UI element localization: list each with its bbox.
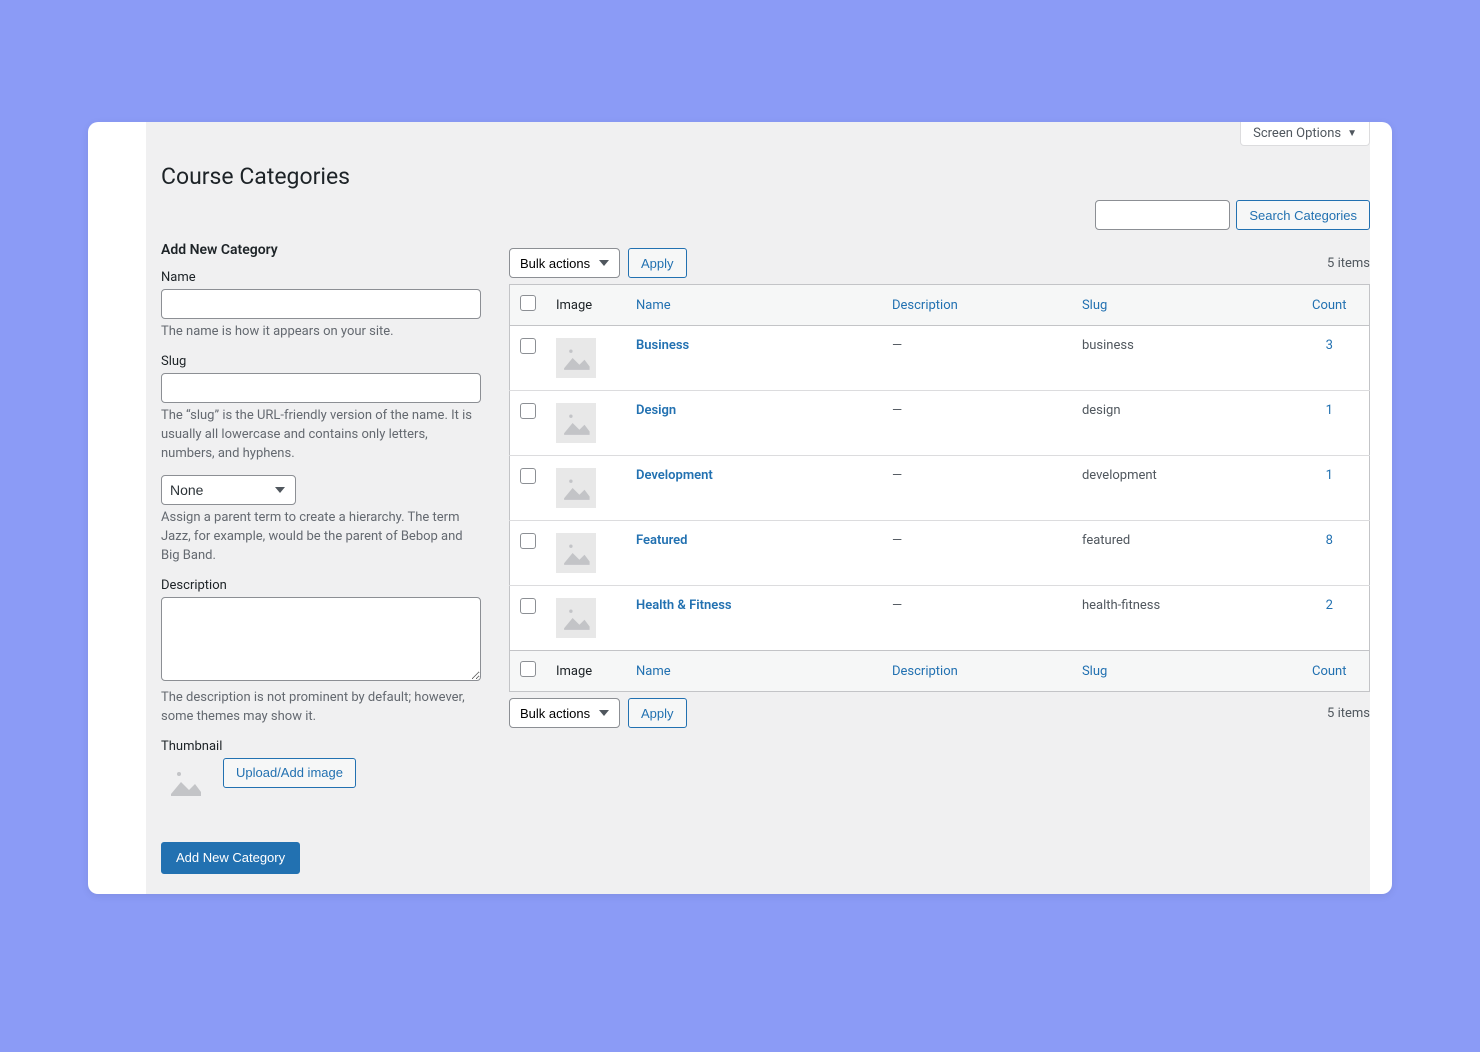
table-row: Development —development 1 [510,456,1370,521]
search-button[interactable]: Search Categories [1236,200,1370,230]
items-count-bottom: 5 items [1327,706,1370,721]
row-slug: featured [1072,521,1290,586]
col-count[interactable]: Count [1290,285,1370,326]
field-thumbnail: Thumbnail Upload/Add image [161,739,481,806]
col-name[interactable]: Name [626,285,882,326]
row-name-link[interactable]: Health & Fitness [636,598,732,613]
row-checkbox[interactable] [520,403,536,419]
row-checkbox[interactable] [520,468,536,484]
select-all-bottom[interactable] [520,661,536,677]
field-name: Name The name is how it appears on your … [161,270,481,342]
items-count-top: 5 items [1327,256,1370,271]
field-parent: None Assign a parent term to create a hi… [161,475,481,566]
description-label: Description [161,578,481,593]
row-checkbox[interactable] [520,533,536,549]
submit-button[interactable]: Add New Category [161,842,300,874]
field-description: Description The description is not promi… [161,578,481,727]
form-title: Add New Category [161,242,481,258]
description-help: The description is not prominent by defa… [161,689,481,727]
table-row: Business —business 3 [510,326,1370,391]
chevron-down-icon: ▼ [1347,128,1357,139]
description-textarea[interactable] [161,597,481,681]
col-image: Image [546,285,626,326]
image-placeholder-icon [556,468,596,508]
screen-options-label: Screen Options [1253,126,1341,141]
bulk-actions-select-bottom[interactable]: Bulk actions [509,698,620,728]
row-count-link[interactable]: 8 [1326,533,1333,548]
row-count-link[interactable]: 1 [1326,468,1333,483]
image-placeholder-icon [556,403,596,443]
row-slug: development [1072,456,1290,521]
col-description-foot[interactable]: Description [882,651,1072,692]
row-description: — [882,456,1072,521]
page-title: Course Categories [146,154,1370,194]
thumbnail-label: Thumbnail [161,739,481,754]
field-slug: Slug The “slug” is the URL-friendly vers… [161,354,481,464]
row-description: — [882,521,1072,586]
name-label: Name [161,270,481,285]
row-name-link[interactable]: Development [636,468,713,483]
table-row: Design —design 1 [510,391,1370,456]
col-count-foot[interactable]: Count [1290,651,1370,692]
tablenav-bottom: Bulk actions Apply 5 items [509,692,1370,734]
header-row: Screen Options ▼ [146,122,1370,154]
row-slug: business [1072,326,1290,391]
col-slug-foot[interactable]: Slug [1072,651,1290,692]
upload-image-button[interactable]: Upload/Add image [223,758,356,788]
image-placeholder-icon [556,598,596,638]
categories-table: Image Name Description Slug Count Busine… [509,284,1370,692]
apply-button-bottom[interactable]: Apply [628,698,687,728]
row-count-link[interactable]: 3 [1326,338,1333,353]
row-name-link[interactable]: Business [636,338,689,353]
table-row: Featured —featured 8 [510,521,1370,586]
row-slug: design [1072,391,1290,456]
row-count-link[interactable]: 2 [1326,598,1333,613]
app-card: Screen Options ▼ Course Categories Searc… [88,122,1392,894]
table-row: Health & Fitness —health-fitness 2 [510,586,1370,651]
search-input[interactable] [1095,200,1230,230]
image-placeholder-icon [556,338,596,378]
form-column: Add New Category Name The name is how it… [161,242,481,874]
parent-select[interactable]: None [161,475,296,505]
col-description[interactable]: Description [882,285,1072,326]
search-row: Search Categories [146,194,1370,242]
col-slug[interactable]: Slug [1072,285,1290,326]
row-description: — [882,326,1072,391]
row-checkbox[interactable] [520,338,536,354]
slug-label: Slug [161,354,481,369]
row-checkbox[interactable] [520,598,536,614]
image-placeholder-icon [556,533,596,573]
apply-button-top[interactable]: Apply [628,248,687,278]
col-name-foot[interactable]: Name [626,651,882,692]
row-count-link[interactable]: 1 [1326,403,1333,418]
tablenav-top: Bulk actions Apply 5 items [509,242,1370,284]
select-all-top[interactable] [520,295,536,311]
name-input[interactable] [161,289,481,319]
parent-help: Assign a parent term to create a hierarc… [161,509,481,566]
row-name-link[interactable]: Featured [636,533,688,548]
slug-help: The “slug” is the URL-friendly version o… [161,407,481,464]
table-column: Bulk actions Apply 5 items Image Name De… [509,242,1370,874]
col-image-foot: Image [546,651,626,692]
name-help: The name is how it appears on your site. [161,323,481,342]
columns: Add New Category Name The name is how it… [146,242,1370,894]
admin-wrap: Screen Options ▼ Course Categories Searc… [146,122,1370,894]
row-slug: health-fitness [1072,586,1290,651]
row-name-link[interactable]: Design [636,403,676,418]
bulk-actions-select-top[interactable]: Bulk actions [509,248,620,278]
thumbnail-placeholder-icon [161,758,209,806]
row-description: — [882,391,1072,456]
screen-options-toggle[interactable]: Screen Options ▼ [1240,122,1370,146]
table-body: Business—business3Design—design1Developm… [510,326,1370,651]
row-description: — [882,586,1072,651]
slug-input[interactable] [161,373,481,403]
